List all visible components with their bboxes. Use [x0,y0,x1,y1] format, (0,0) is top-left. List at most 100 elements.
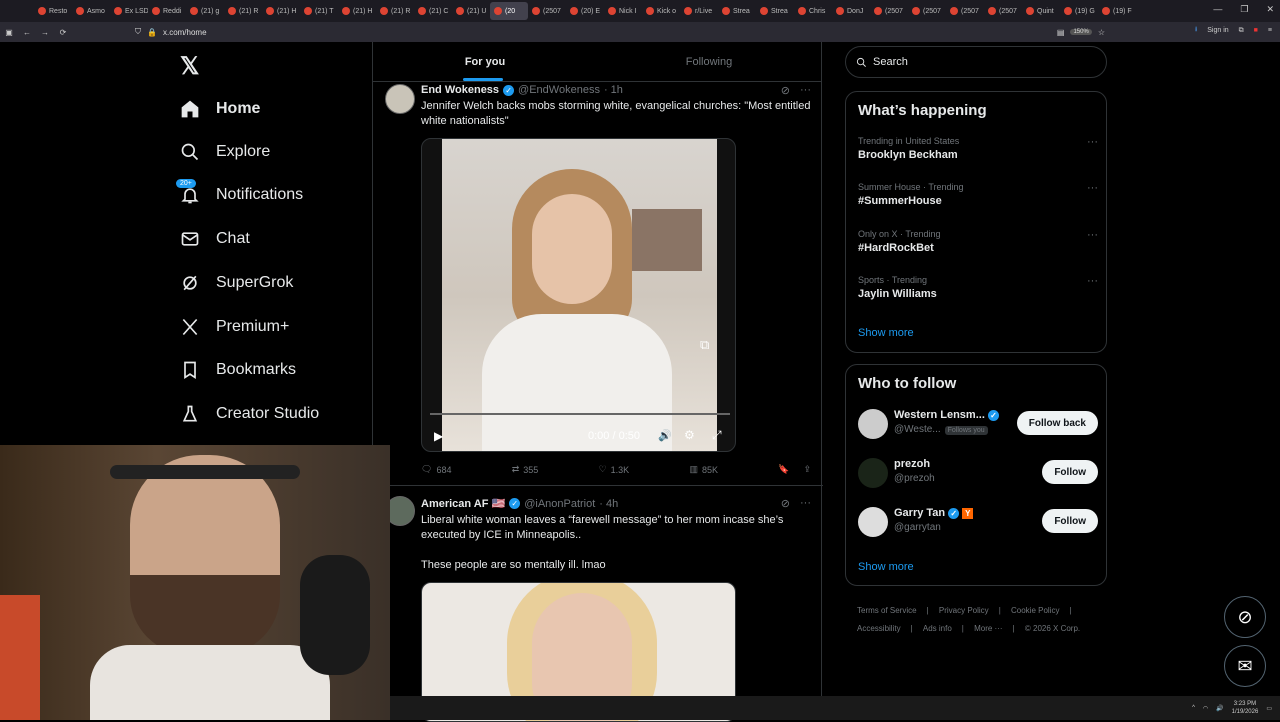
author-name[interactable]: American AF 🇺🇸 [421,497,505,510]
trend-item[interactable]: Only on X · Trending #HardRockBet ··· [858,229,1098,254]
back-icon[interactable]: ← [18,28,36,37]
forward-icon[interactable]: → [36,28,54,37]
browser-tab[interactable]: (20) E [566,2,604,20]
browser-tab[interactable]: (21) T [300,2,338,20]
settings-icon[interactable]: ⚙ [684,428,695,442]
tweet-video[interactable]: ▶ 0:00 / 0:50 🔊 ⚙ ⤢ ⧉ [421,138,736,452]
fullscreen-icon[interactable]: ⤢ [712,428,722,443]
browser-tab[interactable]: (21) U [452,2,490,20]
more-icon[interactable]: ··· [1087,136,1098,148]
tweet-time[interactable]: · 4h [599,498,618,510]
sign-in-button[interactable]: Sign in [1207,27,1228,34]
addon-icon[interactable]: ■ [1254,27,1258,34]
follow-suggestion[interactable]: prezoh @prezoh Follow [858,456,1098,492]
follow-suggestion[interactable]: Garry Tan ✓ Y @garrytan Follow [858,505,1098,541]
more-icon[interactable]: ··· [1087,275,1098,287]
sidebar-item-bookmarks[interactable]: Bookmarks [180,355,296,385]
browser-tab[interactable]: (19) F [1098,2,1136,20]
avatar[interactable] [858,409,888,439]
footer-link-cookies[interactable]: Cookie Policy [1011,606,1059,615]
zoom-badge[interactable]: 150% [1070,29,1092,35]
volume-icon[interactable]: 🔊 [658,429,672,442]
browser-tab[interactable]: (19) G [1060,2,1098,20]
footer-link-privacy[interactable]: Privacy Policy [939,606,989,615]
browser-tab[interactable]: (21) H [338,2,376,20]
follow-back-button[interactable]: Follow back [1016,411,1098,435]
browser-tab[interactable]: Ex LSD [110,2,148,20]
search-input[interactable]: Search [845,46,1107,78]
more-icon[interactable]: ··· [800,497,811,510]
browser-tab[interactable]: Nick I [604,2,642,20]
footer-link-ads[interactable]: Ads info [923,624,952,633]
trend-item[interactable]: Trending in United States Brooklyn Beckh… [858,136,1098,161]
browser-tab[interactable]: Strea [756,2,794,20]
browser-tab[interactable]: Kick o [642,2,680,20]
tweet[interactable]: End Wokeness ✓ @EndWokeness · 1h ⊘ ··· J… [373,82,823,485]
tab-for-you[interactable]: For you [373,42,597,81]
bookmark-button[interactable]: 🔖 ⇪ [778,464,811,475]
more-icon[interactable]: ··· [800,84,811,97]
avatar[interactable] [385,84,415,114]
extensions-icon[interactable]: ⧉ [1239,27,1244,35]
sidebar-item-supergrok[interactable]: SuperGrok [180,268,293,298]
pip-icon[interactable]: ⧉ [700,337,709,353]
restore-icon[interactable]: ❐ [1240,4,1248,15]
browser-tab[interactable]: (2507 [946,2,984,20]
volume-icon[interactable]: 🔊 [1216,705,1223,712]
avatar[interactable] [858,458,888,488]
browser-tab[interactable]: Quint [1022,2,1060,20]
author-name[interactable]: End Wokeness [421,84,499,96]
reader-icon[interactable]: ▤ [1057,28,1065,37]
views-button[interactable]: ▥ 85K [689,464,718,475]
browser-tab[interactable]: Reddi [148,2,186,20]
browser-tab[interactable]: (21) R [224,2,262,20]
tweet[interactable]: American AF 🇺🇸 ✓ @iAnonPatriot · 4h ⊘ ··… [373,494,823,722]
download-icon[interactable]: ⭳ [1195,25,1197,36]
follow-suggestion[interactable]: Western Lensm... ✓ @Weste... Follows you … [858,407,1098,443]
footer-link-more[interactable]: More ··· [974,624,1002,633]
show-more-link[interactable]: Show more [858,561,914,573]
sidebar-item-explore[interactable]: Explore [180,137,270,167]
browser-tab[interactable]: Strea [718,2,756,20]
notification-center-icon[interactable]: ▭ [1266,705,1272,712]
sidebar-toggle-icon[interactable]: ▣ [0,28,18,37]
reload-icon[interactable]: ⟳ [54,28,72,37]
grok-icon[interactable]: ⊘ [781,497,790,510]
browser-tab[interactable]: (21) H [262,2,300,20]
browser-tab[interactable]: r/Live [680,2,718,20]
browser-tab[interactable]: (21) R [376,2,414,20]
show-more-link[interactable]: Show more [858,327,914,339]
more-icon[interactable]: ··· [1087,229,1098,241]
browser-tab[interactable]: (21) C [414,2,452,20]
clock[interactable]: 3:23 PM 1/19/2026 [1232,700,1259,716]
sidebar-item-notifications[interactable]: 20+ Notifications [176,179,303,210]
sidebar-item-premium[interactable]: Premium+ [180,312,289,342]
play-icon[interactable]: ▶ [434,429,443,443]
follow-button[interactable]: Follow [1042,509,1098,533]
browser-tab[interactable]: (2507 [908,2,946,20]
browser-tab[interactable]: (20 [490,2,528,20]
browser-tab[interactable]: Chris [794,2,832,20]
footer-link-terms[interactable]: Terms of Service [857,606,917,615]
trend-item[interactable]: Summer House · Trending #SummerHouse ··· [858,182,1098,207]
author-handle[interactable]: @EndWokeness [518,84,600,96]
chat-drawer-button[interactable]: ✉ [1224,645,1266,687]
video-progress-bar[interactable] [430,413,730,415]
share-icon[interactable]: ⇪ [803,464,811,475]
browser-tab[interactable]: (21) g [186,2,224,20]
sidebar-item-creator-studio[interactable]: Creator Studio [180,399,319,429]
browser-tab[interactable]: (2507 [528,2,566,20]
x-logo-icon[interactable]: 𝕏 [180,52,199,81]
footer-link-accessibility[interactable]: Accessibility [857,624,901,633]
tab-following[interactable]: Following [597,42,821,81]
tweet-time[interactable]: · 1h [604,84,623,96]
trend-item[interactable]: Sports · Trending Jaylin Williams ··· [858,275,1098,300]
repost-button[interactable]: ⇄ 355 [512,464,539,475]
address-bar[interactable]: ⛉ 🔒 x.com/home ▤ 150% ☆ [135,24,1105,40]
browser-tab[interactable]: Asmo [72,2,110,20]
sidebar-item-home[interactable]: Home [180,94,260,124]
tray-chevron-icon[interactable]: ^ [1192,705,1195,711]
close-icon[interactable]: ✕ [1266,4,1274,15]
wifi-icon[interactable]: ◠ [1203,705,1208,712]
browser-tab[interactable]: Resto [34,2,72,20]
